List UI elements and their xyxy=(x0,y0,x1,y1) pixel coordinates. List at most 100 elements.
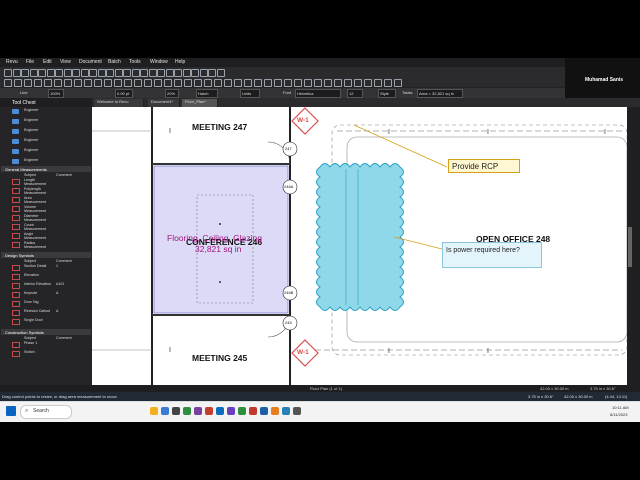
tool-item[interactable]: Angle Measurement xyxy=(24,232,46,240)
toolbar-tool-icon[interactable] xyxy=(123,69,131,77)
taskbar-app-icon[interactable] xyxy=(194,407,202,415)
taskbar-app-icon[interactable] xyxy=(271,407,279,415)
toolbar-tool-icon[interactable] xyxy=(84,79,92,87)
windows-start-icon[interactable] xyxy=(6,406,16,416)
toolbar-tool-icon[interactable] xyxy=(214,79,222,87)
toolbar-tool-icon[interactable] xyxy=(4,79,12,87)
toolbar-tool-icon[interactable] xyxy=(55,69,63,77)
taskbar-app-icon[interactable] xyxy=(172,407,180,415)
tab-document1[interactable]: Document1* xyxy=(148,99,180,107)
menu-edit[interactable]: Edit xyxy=(43,59,52,65)
toolbar-tool-icon[interactable] xyxy=(165,69,174,77)
toolbar-tool-icon[interactable] xyxy=(21,69,29,77)
toolbar-tool-icon[interactable] xyxy=(314,79,322,87)
toolbar-tool-icon[interactable] xyxy=(254,79,262,87)
tool-item[interactable]: Keynote xyxy=(24,291,37,295)
taskbar-app-icon[interactable] xyxy=(150,407,158,415)
toolbar-tool-icon[interactable] xyxy=(208,69,216,77)
toolbar-tool-icon[interactable] xyxy=(14,79,22,87)
toolbar-tool-icon[interactable] xyxy=(199,69,208,77)
toolbar-tool-icon[interactable] xyxy=(94,79,102,87)
toolbar-tool-icon[interactable] xyxy=(354,79,362,87)
fill-opacity-field[interactable]: 20% xyxy=(165,89,179,98)
toolbar-tool-icon[interactable] xyxy=(174,79,182,87)
tool-item[interactable]: Door Tag xyxy=(24,300,39,304)
toolbar-tool-icon[interactable] xyxy=(194,79,202,87)
tool-item[interactable]: Single Door xyxy=(24,318,43,322)
tool-item[interactable]: Switch xyxy=(24,350,35,354)
area-label[interactable]: Flooring, Ceiling, Glazing xyxy=(167,233,262,243)
toolbar-tool-icon[interactable] xyxy=(4,69,12,77)
toolbar-tool-icon[interactable] xyxy=(38,69,46,77)
toolbar-tool-icon[interactable] xyxy=(234,79,242,87)
taskbar-app-icon[interactable] xyxy=(216,407,224,415)
tool-item[interactable]: Revision Callout xyxy=(24,309,50,313)
engineer-stamp-item[interactable]: Engineer xyxy=(24,138,38,142)
drawing-canvas[interactable]: I I I I I I I MEETING 247 MEETING 245 CO… xyxy=(92,107,627,385)
user-profile[interactable]: Muhamad Sanis xyxy=(565,58,640,101)
toolbar-tool-icon[interactable] xyxy=(63,69,72,77)
tool-item[interactable]: Interior Elevation xyxy=(24,282,51,286)
toolbar-tool-icon[interactable] xyxy=(364,79,372,87)
toolbar-tool-icon[interactable] xyxy=(374,79,382,87)
toolbar-tool-icon[interactable] xyxy=(148,69,157,77)
engineer-stamp-item[interactable]: Engineer xyxy=(24,108,38,112)
toolbar-tool-icon[interactable] xyxy=(24,79,32,87)
toolbar-tool-icon[interactable] xyxy=(140,69,148,77)
tool-item[interactable]: Count Measurement xyxy=(24,223,46,231)
toolbar-tool-icon[interactable] xyxy=(191,69,199,77)
tab-welcome[interactable]: Welcome to Revu xyxy=(94,99,144,107)
taskbar-app-icon[interactable] xyxy=(183,407,191,415)
toolbar-tool-icon[interactable] xyxy=(29,69,38,77)
opacity-field[interactable]: 100% xyxy=(48,89,64,98)
toolbar-tool-icon[interactable] xyxy=(274,79,282,87)
page-indicator[interactable]: Floor Plan (1 of 1) xyxy=(310,386,342,391)
toolbar-tool-icon[interactable] xyxy=(264,79,272,87)
tab-floor-plan[interactable]: Floor_Plan* xyxy=(182,99,218,107)
toolbar-tool-icon[interactable] xyxy=(74,79,82,87)
toolbar-tool-icon[interactable] xyxy=(294,79,302,87)
toolbar-tool-icon[interactable] xyxy=(224,79,232,87)
callout-provide-rcp[interactable]: Provide RCP xyxy=(448,159,520,173)
toolbar-tool-icon[interactable] xyxy=(244,79,252,87)
toolbar-tool-icon[interactable] xyxy=(344,79,352,87)
section-header[interactable]: Construction Symbols xyxy=(1,329,91,335)
tool-item[interactable]: Elevation xyxy=(24,273,39,277)
taskbar-app-icon[interactable] xyxy=(227,407,235,415)
toolbar-tool-icon[interactable] xyxy=(174,69,182,77)
tool-item[interactable]: Volume Measurement xyxy=(24,205,46,213)
control-point[interactable] xyxy=(219,223,221,225)
toolbar-tool-icon[interactable] xyxy=(134,79,142,87)
menu-revu[interactable]: Revu xyxy=(6,59,18,65)
tool-item[interactable]: Length Measurement xyxy=(24,178,46,186)
search-box[interactable]: ⌕ Search xyxy=(20,405,72,419)
tool-item[interactable]: Radius Measurement xyxy=(24,241,46,249)
engineer-stamp-item[interactable]: Engineer xyxy=(24,158,38,162)
section-header[interactable]: General Measurements xyxy=(1,166,91,172)
menu-tools[interactable]: Tools xyxy=(129,59,141,65)
toolbar-tool-icon[interactable] xyxy=(114,69,123,77)
toolbar-tool-icon[interactable] xyxy=(72,69,80,77)
tool-item[interactable]: Area Measurement xyxy=(24,196,46,204)
engineer-stamp-item[interactable]: Engineer xyxy=(24,118,38,122)
toolbar-tool-icon[interactable] xyxy=(334,79,342,87)
toolbar-tool-icon[interactable] xyxy=(64,79,72,87)
style-dropdown[interactable]: Style xyxy=(378,89,396,98)
toolbar-tool-icon[interactable] xyxy=(154,79,162,87)
toolbar-tool-icon[interactable] xyxy=(104,79,112,87)
engineer-stamp-item[interactable]: Engineer xyxy=(24,128,38,132)
taskbar-app-icon[interactable] xyxy=(260,407,268,415)
menu-window[interactable]: Window xyxy=(150,59,168,65)
font-dropdown[interactable]: Helvetica xyxy=(295,89,341,98)
toolbar-tool-icon[interactable] xyxy=(394,79,402,87)
taskbar-app-icon[interactable] xyxy=(282,407,290,415)
tool-item[interactable]: Section Detail xyxy=(24,264,46,268)
section-header[interactable]: Design Symbols xyxy=(1,252,91,258)
toolbar-tool-icon[interactable] xyxy=(204,79,212,87)
toolbar-tool-icon[interactable] xyxy=(144,79,152,87)
menu-help[interactable]: Help xyxy=(175,59,185,65)
hatch-dropdown[interactable]: Hatch xyxy=(196,89,218,98)
menu-batch[interactable]: Batch xyxy=(108,59,121,65)
taskbar-app-icon[interactable] xyxy=(205,407,213,415)
scroll-thumb[interactable] xyxy=(628,227,632,267)
